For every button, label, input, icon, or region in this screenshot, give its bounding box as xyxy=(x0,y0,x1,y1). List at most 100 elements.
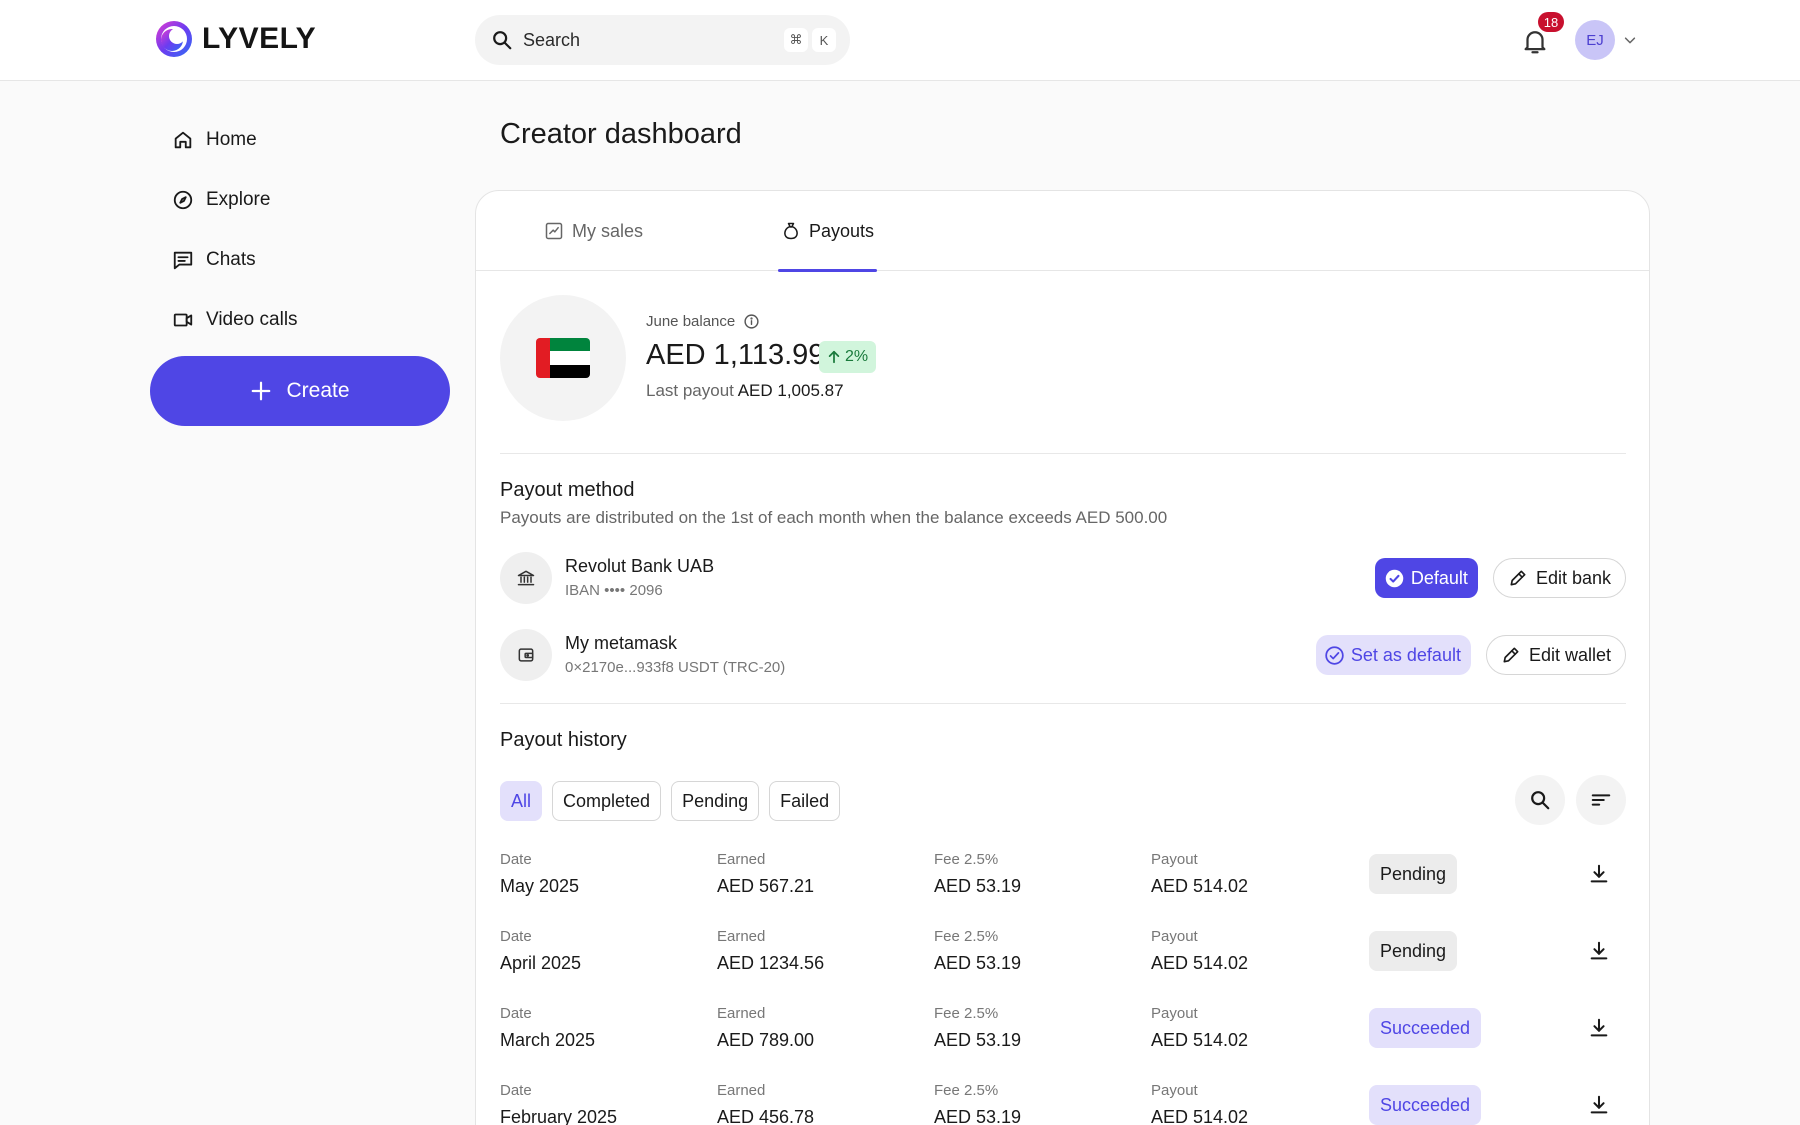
sidebar-item-explore[interactable]: Explore xyxy=(150,170,450,230)
balance-label: June balance xyxy=(646,313,760,330)
last-payout: Last payout AED 1,005.87 xyxy=(646,381,844,400)
page-title: Creator dashboard xyxy=(500,118,742,150)
video-icon xyxy=(173,313,193,327)
method-actions: Default Edit bank xyxy=(1374,558,1626,598)
trend-badge: 2% xyxy=(819,341,877,373)
earned-cell: Earned AED 567.21 xyxy=(717,851,815,896)
status-badge: Pending xyxy=(1369,854,1458,894)
avatar: EJ xyxy=(1575,20,1615,60)
edit-bank-button[interactable]: Edit bank xyxy=(1492,558,1626,598)
sidebar-item-label: Explore xyxy=(206,189,271,210)
balance-amount: AED 1,113.99 xyxy=(646,339,825,371)
tab-bar: My sales Payouts xyxy=(476,191,1649,272)
sidebar: Home Explore Chats Video calls Create xyxy=(150,110,450,426)
payout-cell: Payout AED 514.02 xyxy=(1151,851,1249,896)
uae-flag-icon xyxy=(536,338,590,378)
sidebar-item-label: Home xyxy=(206,129,257,150)
arrow-up-icon xyxy=(828,350,840,364)
trend-value: 2% xyxy=(845,348,869,365)
chat-icon xyxy=(173,251,193,270)
search-bar[interactable]: ⌘ K xyxy=(475,15,850,65)
filter-pending[interactable]: Pending xyxy=(671,781,760,821)
dashboard-card: My sales Payouts June balance AED 1,113.… xyxy=(475,190,1650,1125)
history-search-button[interactable] xyxy=(1515,775,1565,825)
download-icon[interactable] xyxy=(1588,940,1610,962)
earned-cell: Earned AED 789.00 xyxy=(717,1005,815,1050)
info-icon[interactable] xyxy=(743,313,760,330)
fee-cell: Fee 2.5% AED 53.19 xyxy=(934,928,1022,973)
edit-wallet-button[interactable]: Edit wallet xyxy=(1485,635,1626,675)
set-default-button[interactable]: Set as default xyxy=(1315,635,1471,675)
search-input[interactable] xyxy=(523,29,784,51)
brand-name: LYVELY xyxy=(202,22,317,55)
tab-label: My sales xyxy=(572,220,644,241)
sidebar-item-video-calls[interactable]: Video calls xyxy=(150,290,450,350)
status-badge: Pending xyxy=(1369,931,1458,971)
fee-cell: Fee 2.5% AED 53.19 xyxy=(934,851,1022,896)
table-row: Date May 2025 Earned AED 567.21 Fee 2.5%… xyxy=(500,851,1626,921)
brand-logo[interactable]: LYVELY xyxy=(154,19,316,59)
chart-icon xyxy=(545,222,563,240)
status-badge: Succeeded xyxy=(1369,1008,1482,1048)
sidebar-item-label: Chats xyxy=(206,249,256,270)
tab-label: Payouts xyxy=(809,220,875,241)
default-label: Default xyxy=(1410,567,1468,588)
create-label: Create xyxy=(286,379,350,402)
method-name: My metamask xyxy=(565,633,678,653)
filter-failed[interactable]: Failed xyxy=(769,781,841,821)
money-bag-icon xyxy=(784,222,798,240)
sidebar-item-label: Video calls xyxy=(206,309,298,330)
sidebar-item-home[interactable]: Home xyxy=(150,110,450,170)
earned-cell: Earned AED 456.78 xyxy=(717,1082,815,1125)
compass-icon xyxy=(173,190,193,210)
download-icon[interactable] xyxy=(1588,1094,1610,1116)
table-row: Date April 2025 Earned AED 1234.56 Fee 2… xyxy=(500,928,1626,998)
payout-method-subtitle: Payouts are distributed on the 1st of ea… xyxy=(500,508,1168,527)
tab-my-sales[interactable]: My sales xyxy=(544,191,643,271)
check-circle-icon xyxy=(1385,569,1404,587)
notification-badge: 18 xyxy=(1538,12,1564,32)
filter-all[interactable]: All xyxy=(500,781,543,821)
edit-bank-label: Edit bank xyxy=(1535,567,1611,588)
payout-cell: Payout AED 514.02 xyxy=(1151,928,1249,973)
table-row: Date March 2025 Earned AED 789.00 Fee 2.… xyxy=(500,1005,1626,1075)
date-cell: Date May 2025 xyxy=(500,851,580,896)
pencil-icon xyxy=(1510,570,1526,586)
edit-wallet-label: Edit wallet xyxy=(1528,644,1611,665)
method-icon-wrap xyxy=(500,552,552,604)
pencil-icon xyxy=(1503,647,1519,663)
history-filters: All Completed Pending Failed xyxy=(500,781,841,821)
payout-method-title: Payout method xyxy=(500,479,635,501)
sidebar-item-chats[interactable]: Chats xyxy=(150,230,450,290)
fee-cell: Fee 2.5% AED 53.19 xyxy=(934,1005,1022,1050)
shortcut-key: K xyxy=(812,28,836,52)
search-icon xyxy=(1531,791,1550,810)
create-button[interactable]: Create xyxy=(150,356,450,426)
filter-completed[interactable]: Completed xyxy=(552,781,662,821)
payout-method-bank: Revolut Bank UAB IBAN •••• 2096 Default … xyxy=(500,552,1626,604)
method-detail: 0×2170e...933f8 USDT (TRC-20) xyxy=(565,659,786,676)
search-shortcut: ⌘ K xyxy=(784,28,836,52)
method-icon-wrap xyxy=(500,629,552,681)
plus-icon xyxy=(252,381,271,401)
default-button[interactable]: Default xyxy=(1374,558,1478,598)
table-row: Date February 2025 Earned AED 456.78 Fee… xyxy=(500,1082,1626,1125)
method-actions: Set as default Edit wallet xyxy=(1315,635,1626,675)
tab-payouts[interactable]: Payouts xyxy=(777,191,878,272)
method-name: Revolut Bank UAB xyxy=(565,556,715,576)
date-cell: Date April 2025 xyxy=(500,928,582,973)
account-menu[interactable]: EJ xyxy=(1575,20,1637,60)
payout-cell: Payout AED 514.02 xyxy=(1151,1082,1249,1125)
earned-cell: Earned AED 1234.56 xyxy=(717,928,825,973)
download-icon[interactable] xyxy=(1588,863,1610,885)
chevron-down-icon xyxy=(1624,37,1636,44)
download-icon[interactable] xyxy=(1588,1017,1610,1039)
currency-flag xyxy=(500,295,626,421)
date-cell: Date March 2025 xyxy=(500,1005,596,1050)
payout-cell: Payout AED 514.02 xyxy=(1151,1005,1249,1050)
date-cell: Date February 2025 xyxy=(500,1082,618,1125)
logo-mark-icon xyxy=(156,21,192,57)
sort-icon xyxy=(1591,794,1611,806)
history-sort-button[interactable] xyxy=(1576,775,1626,825)
bank-icon xyxy=(517,570,535,586)
